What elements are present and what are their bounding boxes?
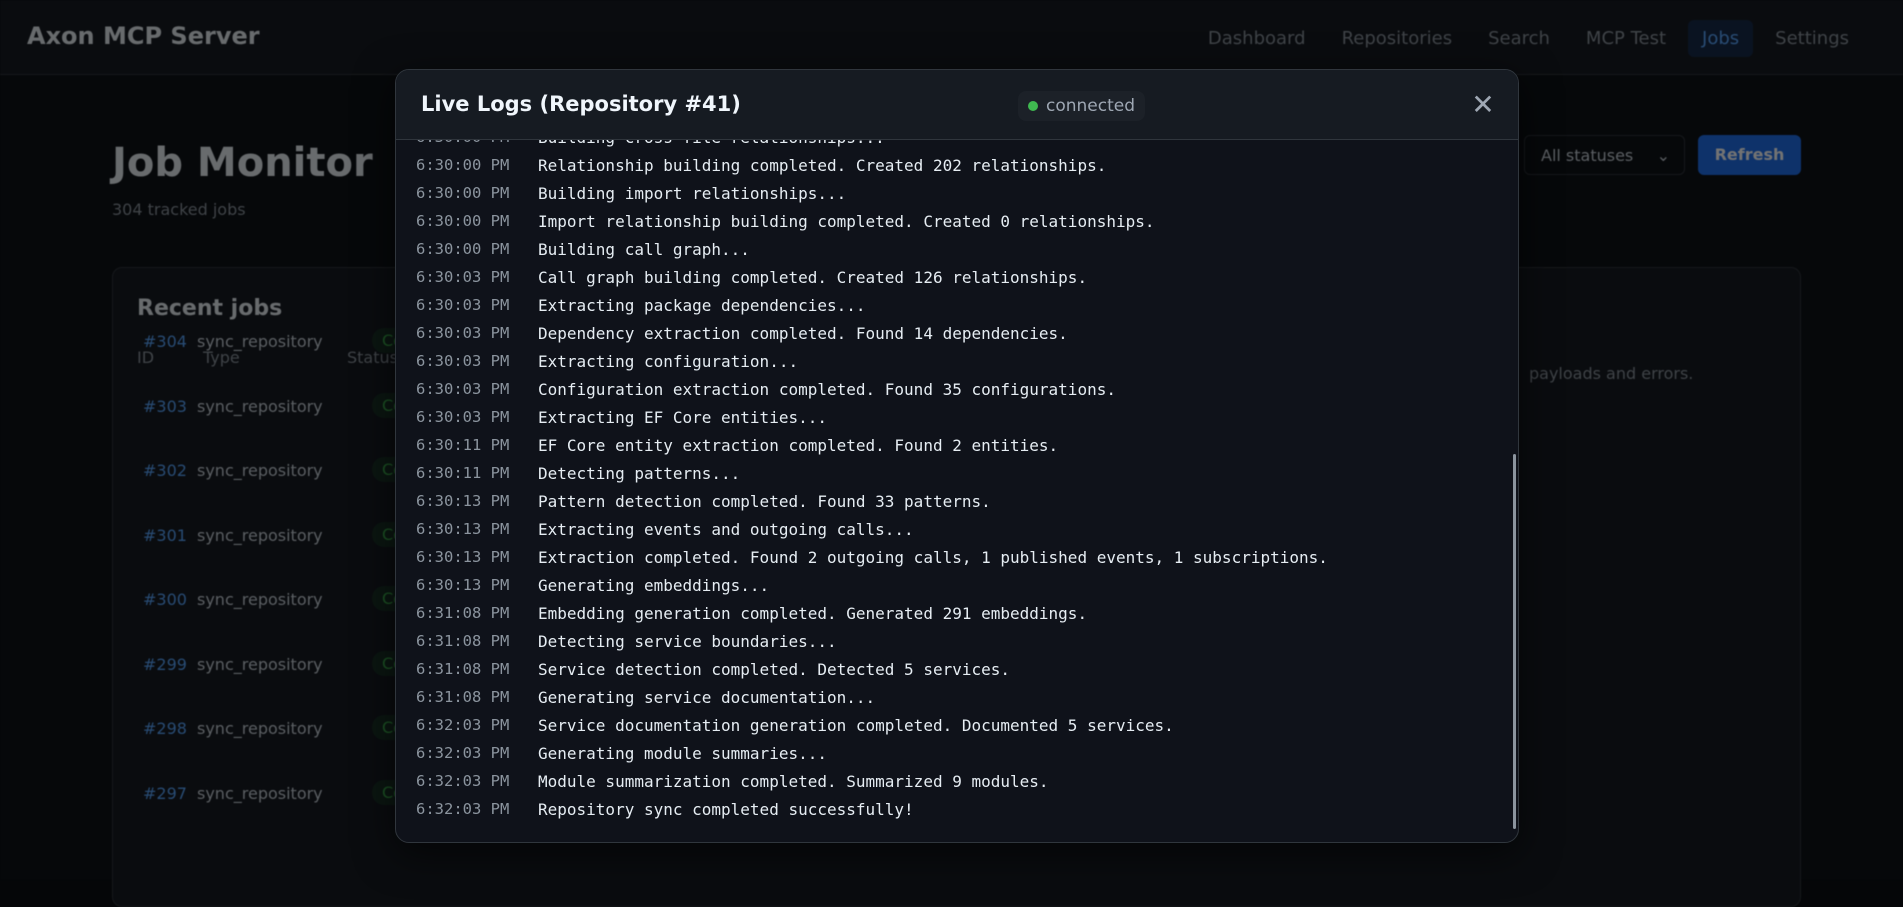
- log-timestamp: 6:30:03 PM: [416, 268, 509, 286]
- page-subtitle: 304 tracked jobs: [112, 200, 246, 219]
- job-id-link[interactable]: #299: [143, 655, 187, 674]
- log-timestamp: 6:31:08 PM: [416, 604, 509, 622]
- job-id-link[interactable]: #301: [143, 526, 187, 545]
- card-title: Recent jobs: [137, 296, 282, 321]
- log-message: Configuration extraction completed. Foun…: [538, 380, 1116, 399]
- connection-status-badge: connected: [1018, 91, 1145, 121]
- modal-header: Live Logs (Repository #41) connected ✕: [396, 70, 1518, 140]
- chevron-down-icon: ⌄: [1657, 146, 1670, 165]
- log-message: Pattern detection completed. Found 33 pa…: [538, 492, 991, 511]
- nav-item-settings[interactable]: Settings: [1761, 20, 1863, 57]
- log-message: Dependency extraction completed. Found 1…: [538, 324, 1068, 343]
- log-message: Generating service documentation...: [538, 688, 875, 707]
- job-type: sync_repository: [197, 461, 323, 480]
- log-timestamp: 6:30:00 PM: [416, 184, 509, 202]
- log-message: Detecting patterns...: [538, 464, 740, 483]
- log-message: Detecting service boundaries...: [538, 632, 837, 651]
- log-timestamp: 6:30:00 PM: [416, 156, 509, 174]
- log-timestamp: 6:30:13 PM: [416, 548, 509, 566]
- log-message: Embedding generation completed. Generate…: [538, 604, 1087, 623]
- log-message: Extraction completed. Found 2 outgoing c…: [538, 548, 1328, 567]
- log-timestamp: 6:31:08 PM: [416, 632, 509, 650]
- nav-item-dashboard[interactable]: Dashboard: [1194, 20, 1320, 57]
- status-filter-value: All statuses: [1541, 146, 1633, 165]
- job-type: sync_repository: [197, 655, 323, 674]
- job-type: sync_repository: [197, 784, 323, 803]
- log-message: Service detection completed. Detected 5 …: [538, 660, 1010, 679]
- job-type: sync_repository: [197, 397, 323, 416]
- card-hint: payloads and errors.: [1529, 364, 1693, 383]
- log-message: Extracting events and outgoing calls...: [538, 520, 914, 539]
- job-id-link[interactable]: #304: [143, 332, 187, 351]
- nav-item-search[interactable]: Search: [1474, 20, 1564, 57]
- log-output[interactable]: 6:30:00 PM Building cross-file relationsh…: [396, 140, 1518, 830]
- log-timestamp: 6:31:08 PM: [416, 660, 509, 678]
- log-timestamp: 6:30:03 PM: [416, 408, 509, 426]
- log-message: Generating embeddings...: [538, 576, 769, 595]
- log-timestamp: 6:30:00 PM: [416, 240, 509, 258]
- log-timestamp: 6:30:03 PM: [416, 324, 509, 342]
- log-timestamp: 6:30:03 PM: [416, 352, 509, 370]
- log-timestamp: 6:30:03 PM: [416, 380, 509, 398]
- log-message: Generating module summaries...: [538, 744, 827, 763]
- log-message: Building call graph...: [538, 240, 750, 259]
- log-message: EF Core entity extraction completed. Fou…: [538, 436, 1058, 455]
- status-filter-select[interactable]: All statuses ⌄: [1524, 135, 1685, 175]
- job-type: sync_repository: [197, 590, 323, 609]
- job-type: sync_repository: [197, 719, 323, 738]
- log-timestamp: 6:32:03 PM: [416, 744, 509, 762]
- status-dot-icon: [1028, 101, 1038, 111]
- log-timestamp: 6:32:03 PM: [416, 800, 509, 818]
- job-type: sync_repository: [197, 332, 323, 351]
- scrollbar-thumb[interactable]: [1513, 454, 1516, 829]
- log-message: Building import relationships...: [538, 184, 846, 203]
- log-message: Module summarization completed. Summariz…: [538, 772, 1049, 791]
- connection-status-text: connected: [1046, 96, 1135, 116]
- job-id-link[interactable]: #300: [143, 590, 187, 609]
- log-timestamp: 6:30:13 PM: [416, 576, 509, 594]
- job-id-link[interactable]: #303: [143, 397, 187, 416]
- job-id-link[interactable]: #298: [143, 719, 187, 738]
- job-type: sync_repository: [197, 526, 323, 545]
- job-id-link[interactable]: #297: [143, 784, 187, 803]
- log-message: Extracting package dependencies...: [538, 296, 866, 315]
- log-message: Service documentation generation complet…: [538, 716, 1174, 735]
- log-message: Repository sync completed successfully!: [538, 800, 914, 819]
- modal-title: Live Logs (Repository #41): [421, 92, 741, 116]
- brand-title: Axon MCP Server: [27, 22, 260, 50]
- page-title: Job Monitor: [112, 140, 373, 186]
- top-nav: Axon MCP Server DashboardRepositoriesSea…: [0, 0, 1903, 75]
- refresh-button[interactable]: Refresh: [1698, 135, 1801, 175]
- log-message: Call graph building completed. Created 1…: [538, 268, 1087, 287]
- live-logs-modal: Live Logs (Repository #41) connected ✕ 6…: [395, 69, 1519, 843]
- log-message: Relationship building completed. Created…: [538, 156, 1106, 175]
- log-timestamp: 6:32:03 PM: [416, 716, 509, 734]
- log-timestamp: 6:30:13 PM: [416, 520, 509, 538]
- job-id-link[interactable]: #302: [143, 461, 187, 480]
- nav-item-jobs[interactable]: Jobs: [1688, 20, 1753, 57]
- log-timestamp: 6:30:03 PM: [416, 296, 509, 314]
- log-timestamp: 6:30:11 PM: [416, 436, 509, 454]
- log-timestamp: 6:30:00 PM: [416, 140, 509, 146]
- log-message: Extracting EF Core entities...: [538, 408, 827, 427]
- close-icon[interactable]: ✕: [1468, 90, 1498, 120]
- log-message: Import relationship building completed. …: [538, 212, 1155, 231]
- log-timestamp: 6:32:03 PM: [416, 772, 509, 790]
- log-message: Extracting configuration...: [538, 352, 798, 371]
- log-timestamp: 6:30:13 PM: [416, 492, 509, 510]
- log-timestamp: 6:30:00 PM: [416, 212, 509, 230]
- nav-item-mcp-test[interactable]: MCP Test: [1572, 20, 1680, 57]
- log-timestamp: 6:30:11 PM: [416, 464, 509, 482]
- log-timestamp: 6:31:08 PM: [416, 688, 509, 706]
- nav-item-repositories[interactable]: Repositories: [1328, 20, 1467, 57]
- log-message: Building cross-file relationships...: [538, 140, 885, 147]
